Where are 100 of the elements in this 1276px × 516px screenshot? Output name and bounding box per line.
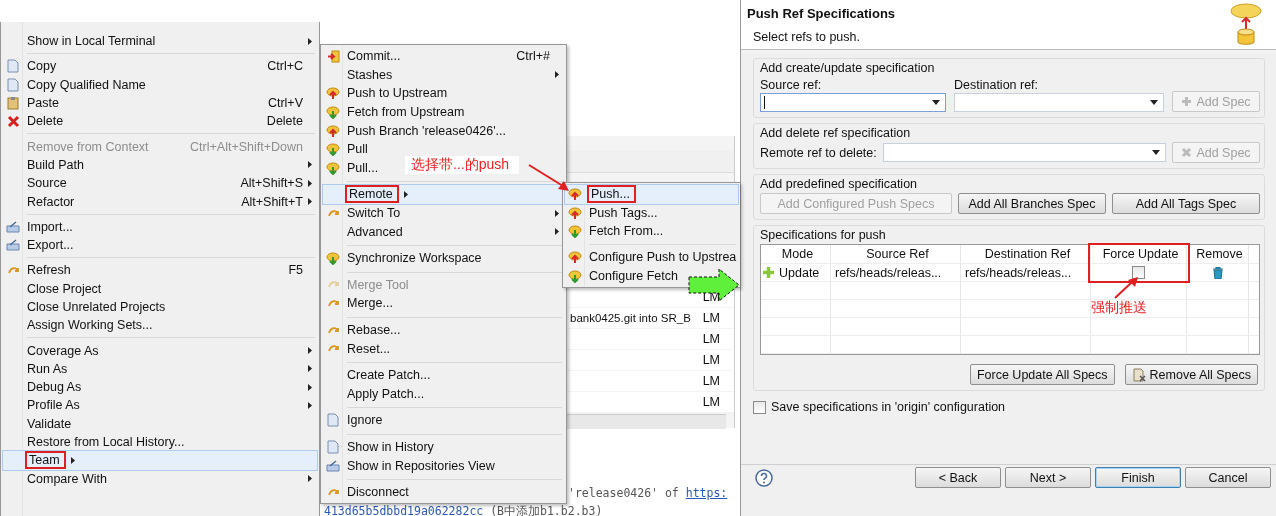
tray-icon <box>326 459 340 472</box>
menu-item[interactable]: Import... <box>3 217 317 236</box>
wizard-button[interactable]: < Back <box>915 467 1001 488</box>
commit-message: bank0425.git into SR_B <box>569 312 691 324</box>
trash-icon[interactable] <box>1212 266 1223 279</box>
plus-icon <box>763 267 774 278</box>
submenu-arrow-icon <box>308 347 312 355</box>
column-header[interactable]: Force Update <box>1091 245 1187 263</box>
commit-icon <box>326 49 340 63</box>
menu-item[interactable]: Validate <box>3 414 317 433</box>
menu-item[interactable]: Push to Upstream <box>323 84 564 103</box>
table-cell: refs/heads/releas... <box>965 265 1072 280</box>
menu-item[interactable]: Create Patch... <box>323 365 564 385</box>
plus-icon <box>1181 96 1193 107</box>
wizard-button[interactable]: Next > <box>1005 467 1091 488</box>
menu-item[interactable]: Commit... Ctrl+# <box>323 47 564 66</box>
menu-item[interactable]: Team <box>3 451 317 470</box>
menu-item[interactable]: Disconnect <box>323 482 564 502</box>
submenu-arrow-icon <box>308 365 312 373</box>
menu-item[interactable]: Show in Repositories View <box>323 456 564 475</box>
document-icon <box>327 413 339 428</box>
submenu-arrow-icon <box>308 37 312 45</box>
menu-item[interactable]: Restore from Local History... <box>3 432 317 452</box>
checkbox[interactable] <box>753 400 766 414</box>
cloud-upload-icon <box>326 86 340 101</box>
help-icon[interactable] <box>755 468 773 487</box>
menu-item[interactable]: Coverage As <box>3 341 317 360</box>
menu-item[interactable]: Debug As <box>3 378 317 397</box>
cloud-upload-icon <box>568 205 582 220</box>
submenu-arrow-icon <box>308 198 312 205</box>
cloud-download-icon <box>568 224 582 239</box>
tray-icon <box>6 239 20 252</box>
menu-item[interactable]: Delete Delete <box>3 112 317 131</box>
submenu-arrow-icon <box>555 228 559 236</box>
predefined-spec-button[interactable]: Add All Branches Spec <box>958 193 1106 214</box>
force-update-all-button[interactable]: Force Update All Specs <box>969 364 1115 385</box>
checkbox[interactable] <box>1132 266 1145 279</box>
submenu-arrow-icon <box>308 383 312 391</box>
annotation-arrow <box>527 163 571 193</box>
menu-item[interactable]: Source Alt+Shift+S <box>3 174 317 193</box>
console-link[interactable]: https: <box>685 486 728 500</box>
menu-item[interactable]: Switch To <box>323 203 564 223</box>
document-icon <box>7 77 19 92</box>
menu-item[interactable]: Push Branch 'release0426'... <box>323 121 564 140</box>
predefined-spec-button[interactable]: Add All Tags Spec <box>1112 193 1260 214</box>
menu-item[interactable]: Copy Ctrl+C <box>3 57 317 76</box>
cloud-push-drawing <box>1229 2 1263 46</box>
menu-item[interactable]: Build Path <box>3 155 317 175</box>
cloud-upload-icon <box>568 187 582 202</box>
menu-item[interactable]: Show in Local Terminal <box>3 32 317 51</box>
cross-icon <box>1181 147 1193 158</box>
menu-item[interactable]: Close Project <box>3 279 317 298</box>
menu-item[interactable]: Reset... <box>323 339 564 358</box>
menu-item[interactable]: Fetch from Upstream <box>323 102 564 122</box>
menu-item[interactable]: Refactor Alt+Shift+T <box>3 192 317 211</box>
menu-item[interactable]: Push Tags... <box>565 203 738 223</box>
menu-item[interactable]: Run As <box>3 359 317 379</box>
menu-item[interactable]: Push... <box>565 185 738 204</box>
scrollbar[interactable] <box>567 414 726 429</box>
menu-item[interactable]: Export... <box>3 235 317 255</box>
menu-item[interactable]: Advanced <box>323 222 564 241</box>
menu-item[interactable]: Paste Ctrl+V <box>3 93 317 113</box>
menu-item[interactable]: Profile As <box>3 396 317 415</box>
author-cell: LM <box>702 395 720 409</box>
submenu-arrow-icon <box>308 475 312 483</box>
menu-item[interactable]: Synchronize Workspace <box>323 248 564 268</box>
menu-item[interactable]: Apply Patch... <box>323 384 564 404</box>
commit-link[interactable]: 413d65b5dbbd19a062282cc <box>324 504 484 516</box>
source-ref-combo[interactable] <box>760 93 946 112</box>
column-header[interactable]: Mode <box>761 245 831 263</box>
menu-item[interactable]: Close Unrelated Projects <box>3 297 317 317</box>
cloud-download-icon <box>568 268 582 283</box>
cloud-download-icon <box>326 142 340 157</box>
wizard-button[interactable]: Cancel <box>1185 467 1271 488</box>
remove-all-button[interactable]: Remove All Specs <box>1124 364 1258 385</box>
menu-item[interactable]: Rebase... <box>323 320 564 340</box>
delete-icon <box>6 114 20 128</box>
menu-item[interactable]: Merge... <box>323 294 564 313</box>
menu-item[interactable]: Assign Working Sets... <box>3 316 317 335</box>
table-cell: refs/heads/releas... <box>835 265 942 280</box>
menu-item[interactable]: Show in History <box>323 437 564 457</box>
menu-item[interactable]: Configure Push to Upstrea <box>565 247 738 267</box>
annotation-text: 强制推送 <box>1091 299 1147 317</box>
document-icon <box>327 440 339 454</box>
cloud-download-icon <box>326 160 340 175</box>
menu-item[interactable]: Stashes <box>323 65 564 85</box>
menu-item[interactable]: Remote <box>323 185 564 204</box>
menu-item[interactable]: Copy Qualified Name <box>3 75 317 94</box>
annotation-tooltip: 选择带...的push <box>405 156 520 174</box>
dropdown-icon <box>1150 100 1158 105</box>
submenu-arrow-icon <box>555 209 559 217</box>
column-header[interactable]: Remove <box>1187 245 1249 263</box>
menu-item[interactable]: Fetch From... <box>565 222 738 241</box>
column-header[interactable]: Source Ref <box>831 245 961 263</box>
wizard-button[interactable]: Finish <box>1095 467 1181 488</box>
column-header[interactable]: Destination Ref <box>961 245 1091 263</box>
menu-item[interactable]: Refresh F5 <box>3 261 317 280</box>
cloud-upload-icon <box>326 123 340 138</box>
menu-item[interactable]: Ignore <box>323 411 564 430</box>
menu-item[interactable]: Compare With <box>3 469 317 488</box>
